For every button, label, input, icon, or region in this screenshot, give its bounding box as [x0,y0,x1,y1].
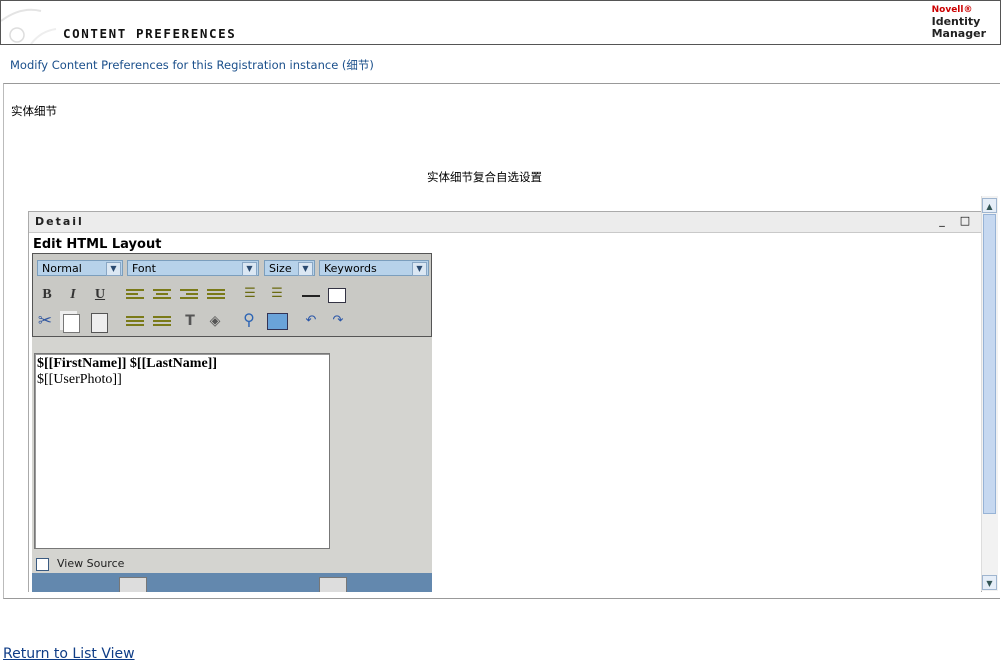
format-select-value: Normal [42,262,82,275]
page-header: CONTENT PREFERENCES Novell® Identity Man… [0,0,1001,45]
image-icon[interactable] [267,313,288,330]
entity-label: 实体细节 [11,104,57,118]
bold-icon[interactable]: B [37,285,57,305]
align-left-icon[interactable] [126,289,144,303]
content-line-photo: $[[UserPhoto]] [37,372,122,387]
copy-icon[interactable] [63,314,80,333]
return-to-list-link[interactable]: Return to List View [3,646,135,662]
page-title: CONTENT PREFERENCES [63,26,237,41]
align-center-icon[interactable] [153,289,171,303]
undo-icon[interactable]: ↶ [301,311,321,331]
entity-description: 实体细节复合自选设置 [427,170,542,184]
preview-icon[interactable] [319,577,347,592]
numbered-list-icon[interactable]: ☰ [240,284,260,304]
text-color-icon[interactable]: T [180,311,200,331]
indent-icon[interactable] [153,316,171,330]
horizontal-rule-icon[interactable] [302,295,320,297]
redo-icon[interactable]: ↷ [328,311,348,331]
minimize-button[interactable]: _ [935,214,949,228]
bullet-list-icon[interactable]: ☰ [267,284,287,304]
outdent-icon[interactable] [126,316,144,330]
header-decoration-icon [1,8,57,44]
modify-preferences-link[interactable]: Modify Content Preferences for this Regi… [10,57,374,73]
chevron-down-icon: ▼ [412,262,427,276]
format-select[interactable]: Normal ▼ [37,260,123,276]
fill-color-icon[interactable]: ◈ [205,311,225,331]
view-source-label: View Source [57,557,125,570]
chevron-down-icon: ▼ [298,262,313,276]
underline-icon[interactable]: U [90,285,110,305]
detail-title: Detail [35,215,84,228]
detail-titlebar: Detail _ □ [29,212,981,233]
content-line-name: $[[FirstName]] $[[LastName]] [37,356,217,371]
scroll-up-icon[interactable]: ▲ [982,198,997,213]
link-icon[interactable]: ⚲ [239,310,259,330]
editor-toolbar: Normal ▼ Font ▼ Size ▼ Keywords ▼ B I U [32,253,432,337]
vertical-scrollbar[interactable]: ▲ ▼ [981,196,998,591]
align-right-icon[interactable] [180,289,198,303]
align-justify-icon[interactable] [207,289,225,303]
detail-panel: Detail _ □ Edit HTML Layout Normal ▼ Fon… [28,211,982,592]
editor-footer [32,573,432,592]
view-source-option[interactable]: View Source [36,557,124,571]
chevron-down-icon: ▼ [106,262,121,276]
keywords-select-value: Keywords [324,262,377,275]
html-editor: Normal ▼ Font ▼ Size ▼ Keywords ▼ B I U [32,253,432,592]
size-select[interactable]: Size ▼ [264,260,315,276]
paste-icon[interactable] [91,313,108,333]
brand-logo: Novell® Identity Manager [932,4,986,40]
keywords-select[interactable]: Keywords ▼ [319,260,429,276]
size-select-value: Size [269,262,292,275]
scroll-down-icon[interactable]: ▼ [982,575,997,590]
brand-line2: Manager [931,27,986,40]
font-select-value: Font [132,262,156,275]
italic-icon[interactable]: I [63,285,83,305]
view-source-checkbox[interactable] [36,557,49,571]
scrollbar-thumb[interactable] [983,214,996,514]
html-content-area[interactable]: $[[FirstName]] $[[LastName]] $[[UserPhot… [34,353,330,549]
table-icon[interactable] [328,288,346,303]
save-icon[interactable] [119,577,147,592]
cut-icon[interactable]: ✂ [35,311,55,331]
edit-layout-title: Edit HTML Layout [33,237,162,252]
font-select[interactable]: Font ▼ [127,260,259,276]
maximize-button[interactable]: □ [958,214,972,228]
chevron-down-icon: ▼ [242,262,257,276]
